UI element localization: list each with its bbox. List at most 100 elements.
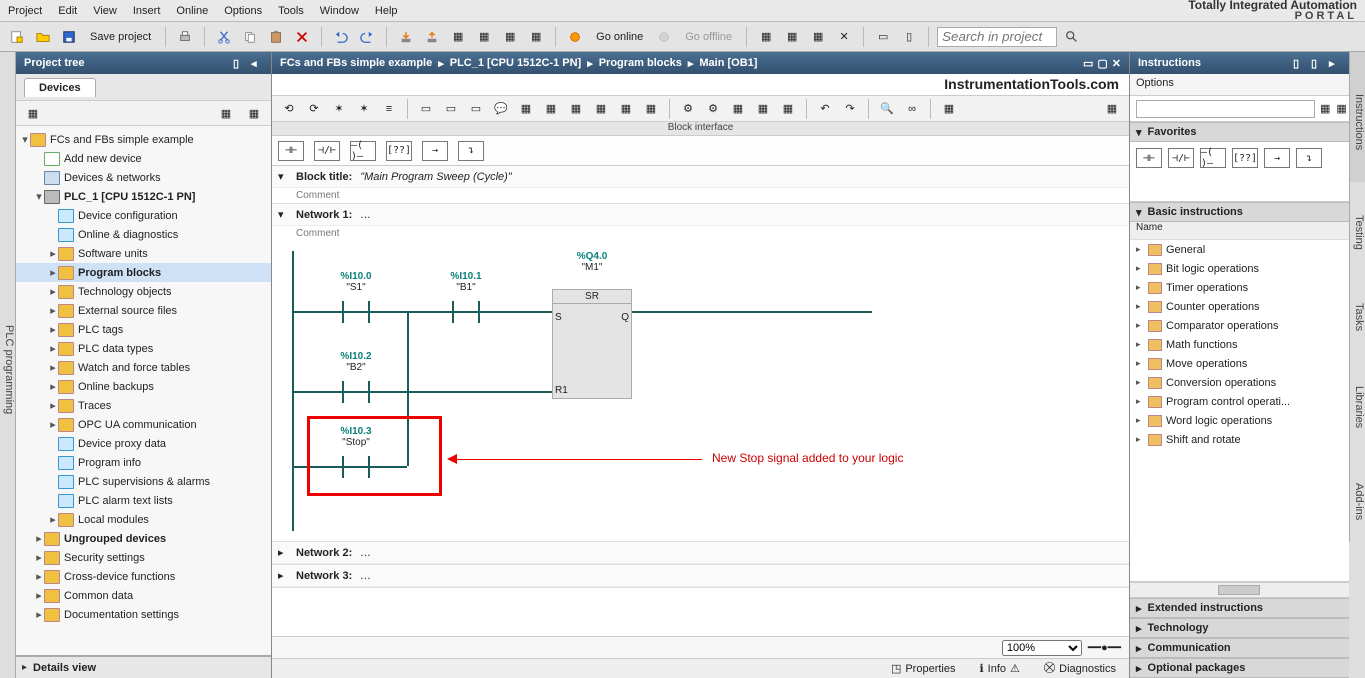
- tree-tool-icon[interactable]: ▦: [22, 102, 44, 124]
- tree-item[interactable]: ▸Security settings: [16, 548, 271, 567]
- window-close-icon[interactable]: ✕: [1112, 57, 1121, 70]
- menu-project[interactable]: Project: [8, 5, 42, 17]
- network-3-header[interactable]: ▸ Network 3:…: [272, 565, 1129, 587]
- instruction-search-input[interactable]: [1136, 100, 1315, 118]
- ed-icon[interactable]: ⚙: [702, 98, 724, 120]
- ed-icon[interactable]: ↶: [814, 98, 836, 120]
- menu-window[interactable]: Window: [320, 5, 359, 17]
- window-restore-icon[interactable]: ▭: [1083, 57, 1093, 70]
- view-icon[interactable]: ▦: [1335, 98, 1347, 120]
- network-2-header[interactable]: ▸ Network 2:…: [272, 542, 1129, 564]
- collapse-icon[interactable]: ◂: [251, 57, 263, 69]
- download-icon[interactable]: [395, 26, 417, 48]
- tree-item[interactable]: ▸Local modules: [16, 510, 271, 529]
- contact-nc-icon[interactable]: ⊣/⊢: [314, 141, 340, 161]
- ed-icon[interactable]: ▦: [727, 98, 749, 120]
- ed-icon[interactable]: ↷: [839, 98, 861, 120]
- contact-no-icon[interactable]: ⊣⊢: [278, 141, 304, 161]
- optional-packages-header[interactable]: ▸Optional packages: [1130, 658, 1349, 678]
- box-icon[interactable]: [??]: [386, 141, 412, 161]
- instruction-category[interactable]: ▸Program control operati...: [1130, 392, 1349, 411]
- fav-branch2-icon[interactable]: ↴: [1296, 148, 1322, 168]
- ed-icon[interactable]: ▭: [415, 98, 437, 120]
- menu-edit[interactable]: Edit: [58, 5, 77, 17]
- chevron-down-icon[interactable]: ▾: [278, 170, 288, 183]
- tree-item[interactable]: ▸Online backups: [16, 377, 271, 396]
- instruction-category[interactable]: ▸Shift and rotate: [1130, 430, 1349, 449]
- instruction-category[interactable]: ▸Move operations: [1130, 354, 1349, 373]
- menu-insert[interactable]: Insert: [133, 5, 161, 17]
- network-1-header[interactable]: ▾ Network 1: …: [272, 204, 1129, 226]
- tree-item[interactable]: Devices & networks: [16, 168, 271, 187]
- tree-item[interactable]: Device proxy data: [16, 434, 271, 453]
- ed-icon[interactable]: ▦: [590, 98, 612, 120]
- side-tab-libraries[interactable]: Libraries: [1349, 352, 1365, 452]
- tab-devices[interactable]: Devices: [24, 78, 96, 97]
- project-tree[interactable]: ▾FCs and FBs simple exampleAdd new devic…: [16, 126, 271, 656]
- tree-item[interactable]: ▸Traces: [16, 396, 271, 415]
- dock-icon[interactable]: ▯: [1311, 57, 1323, 69]
- redo-icon[interactable]: [356, 26, 378, 48]
- menu-options[interactable]: Options: [224, 5, 262, 17]
- coil-icon[interactable]: –( )–: [350, 141, 376, 161]
- tree-item[interactable]: Online & diagnostics: [16, 225, 271, 244]
- tree-view-a-icon[interactable]: ▦: [215, 102, 237, 124]
- pin-icon[interactable]: ▯: [233, 57, 245, 69]
- tree-view-b-icon[interactable]: ▦: [243, 102, 265, 124]
- go-offline-icon[interactable]: [653, 26, 675, 48]
- chevron-down-icon[interactable]: ▾: [278, 208, 288, 221]
- block-comment[interactable]: Comment: [272, 188, 1129, 203]
- favorites-header[interactable]: ▾Favorites: [1130, 122, 1349, 142]
- instruction-category[interactable]: ▸Bit logic operations: [1130, 259, 1349, 278]
- instruction-category[interactable]: ▸Conversion operations: [1130, 373, 1349, 392]
- tree-item[interactable]: ▸Software units: [16, 244, 271, 263]
- fav-box-icon[interactable]: [??]: [1232, 148, 1258, 168]
- go-offline-button[interactable]: Go offline: [679, 26, 738, 48]
- ed-icon[interactable]: ▦: [938, 98, 960, 120]
- instruction-category[interactable]: ▸General: [1130, 240, 1349, 259]
- contact-b1[interactable]: [452, 301, 480, 323]
- ed-icon[interactable]: ⚙: [677, 98, 699, 120]
- ed-icon[interactable]: ▦: [640, 98, 662, 120]
- side-tab-testing[interactable]: Testing: [1349, 182, 1365, 272]
- ladder-network-1[interactable]: %I10.0"S1" %I10.1"B1" SR S Q R1 %Q4.0"M1…: [292, 251, 1109, 531]
- ed-icon[interactable]: 🔍: [876, 98, 898, 120]
- menu-tools[interactable]: Tools: [278, 5, 304, 17]
- instruction-category[interactable]: ▸Math functions: [1130, 335, 1349, 354]
- save-project-button[interactable]: Save project: [84, 26, 157, 48]
- zoom-select[interactable]: 100%: [1002, 640, 1082, 656]
- ed-icon[interactable]: ▦: [515, 98, 537, 120]
- branch-close-icon[interactable]: ↴: [458, 141, 484, 161]
- category-list[interactable]: ▸General▸Bit logic operations▸Timer oper…: [1130, 240, 1349, 582]
- pin-icon[interactable]: ▯: [1293, 57, 1305, 69]
- fav-contact-no-icon[interactable]: ⊣⊢: [1136, 148, 1162, 168]
- search-input[interactable]: [937, 27, 1057, 47]
- ed-icon[interactable]: ⟲: [278, 98, 300, 120]
- view-icon[interactable]: ▦: [1319, 98, 1331, 120]
- instruction-category[interactable]: ▸Counter operations: [1130, 297, 1349, 316]
- code-area[interactable]: ▾ Block title: "Main Program Sweep (Cycl…: [272, 166, 1129, 636]
- extended-instructions-header[interactable]: ▸Extended instructions: [1130, 598, 1349, 618]
- tab-diagnostics[interactable]: ⛒ Diagnostics: [1037, 660, 1123, 678]
- ed-icon[interactable]: ▦: [1101, 98, 1123, 120]
- tree-item[interactable]: ▾FCs and FBs simple example: [16, 130, 271, 149]
- h-scrollbar[interactable]: [1130, 582, 1349, 598]
- collapse-icon[interactable]: ▸: [1329, 57, 1341, 69]
- tree-item[interactable]: ▸Common data: [16, 586, 271, 605]
- tree-item[interactable]: ▸PLC tags: [16, 320, 271, 339]
- details-view-bar[interactable]: ▸ Details view: [16, 656, 271, 678]
- side-tab-tasks[interactable]: Tasks: [1349, 272, 1365, 352]
- side-tab-instructions[interactable]: Instructions: [1349, 52, 1365, 182]
- ed-icon[interactable]: ▦: [540, 98, 562, 120]
- tb-icon-a[interactable]: ▦: [473, 26, 495, 48]
- branch-open-icon[interactable]: →: [422, 141, 448, 161]
- ed-icon[interactable]: ▭: [465, 98, 487, 120]
- tree-item[interactable]: ▸Program blocks: [16, 263, 271, 282]
- network-comment[interactable]: Comment: [272, 226, 1129, 241]
- go-online-button[interactable]: Go online: [590, 26, 649, 48]
- tb-icon-b[interactable]: ▦: [499, 26, 521, 48]
- window-max-icon[interactable]: ▢: [1097, 57, 1107, 70]
- communication-header[interactable]: ▸Communication: [1130, 638, 1349, 658]
- ed-icon[interactable]: ▭: [440, 98, 462, 120]
- side-tab-plc-programming[interactable]: PLC programming: [0, 52, 16, 678]
